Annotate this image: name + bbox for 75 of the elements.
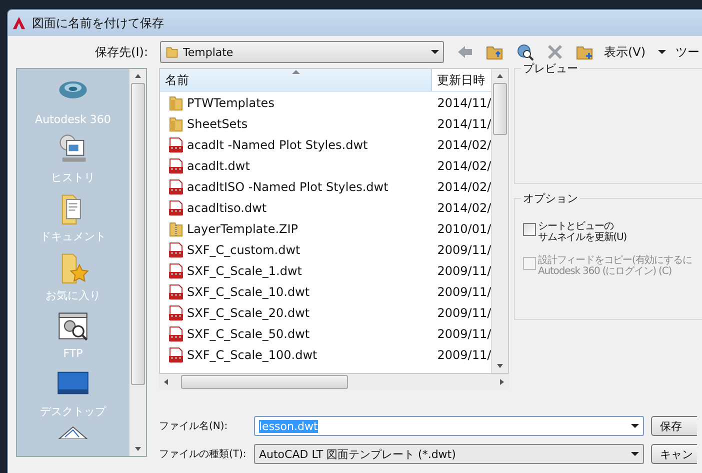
dwt-file-icon bbox=[168, 284, 184, 300]
dropdown-caret-icon bbox=[631, 424, 639, 428]
file-name[interactable]: SXF_C_Scale_100.dwt bbox=[187, 348, 318, 362]
file-name[interactable]: SXF_C_Scale_10.dwt bbox=[187, 284, 310, 298]
folder-icon bbox=[168, 116, 184, 132]
folder-icon bbox=[168, 94, 184, 110]
modified-date: 2014/11/ bbox=[436, 96, 491, 110]
dropdown-caret-icon bbox=[631, 452, 639, 456]
globe-search-icon[interactable] bbox=[516, 43, 534, 61]
file-name[interactable]: acadlt -Named Plot Styles.dwt bbox=[187, 138, 368, 152]
vertical-scrollbar[interactable] bbox=[129, 69, 146, 456]
group-title: プレビュー bbox=[521, 61, 580, 76]
view-menu[interactable]: 表示(V) bbox=[604, 44, 646, 60]
sort-arrow-icon bbox=[292, 70, 300, 74]
checkbox[interactable] bbox=[523, 223, 536, 236]
location-value: Template bbox=[183, 46, 234, 58]
dwt-file-icon bbox=[168, 304, 184, 320]
modified-date: 2009/11/ bbox=[436, 348, 491, 362]
zip-folder-icon bbox=[168, 220, 184, 236]
save-button[interactable]: 保存 bbox=[651, 416, 697, 436]
file-name[interactable]: SheetSets bbox=[187, 116, 248, 130]
modified-date: 2010/01/ bbox=[436, 222, 491, 236]
checkbox-label: サムネイルを更新(U) bbox=[538, 232, 627, 243]
dwt-file-icon bbox=[168, 242, 184, 258]
file-name[interactable]: LayerTemplate.ZIP bbox=[187, 222, 298, 236]
modified-date: 2009/11/ bbox=[436, 264, 491, 278]
file-name[interactable]: SXF_C_Scale_50.dwt bbox=[187, 326, 310, 340]
group-title: オプション bbox=[521, 191, 580, 206]
modified-date: 2014/02/ bbox=[436, 200, 491, 214]
horizontal-scrollbar[interactable] bbox=[159, 374, 509, 390]
dwt-file-icon bbox=[168, 262, 184, 278]
modified-date: 2009/11/ bbox=[436, 284, 491, 298]
vertical-scrollbar[interactable] bbox=[491, 69, 508, 373]
file-type-value: AutoCAD LT 図面テンプレート (*.dwt) bbox=[259, 446, 456, 462]
file-type-label: ファイルの種類(T): bbox=[159, 448, 248, 461]
save-location-dropdown[interactable]: Template bbox=[160, 41, 444, 63]
cancel-button[interactable]: キャン bbox=[651, 444, 697, 464]
file-name-label: ファイル名(N): bbox=[159, 420, 229, 433]
dwt-file-icon bbox=[168, 158, 184, 174]
scroll-thumb[interactable] bbox=[181, 375, 348, 389]
file-name[interactable]: SXF_C_Scale_1.dwt bbox=[187, 264, 302, 278]
modified-date: 2014/02/ bbox=[436, 138, 491, 152]
save-location-label: 保存先(I): bbox=[94, 44, 148, 60]
dwt-file-icon bbox=[168, 326, 184, 342]
tools-menu[interactable]: ツー bbox=[676, 44, 700, 60]
file-name-value: lesson.dwt bbox=[259, 420, 318, 432]
modified-date: 2014/11/ bbox=[436, 116, 491, 130]
modified-date: 2009/11/ bbox=[436, 306, 491, 320]
folder-icon bbox=[165, 45, 179, 59]
file-type-dropdown[interactable]: AutoCAD LT 図面テンプレート (*.dwt) bbox=[254, 444, 644, 464]
dwt-file-icon bbox=[168, 346, 184, 362]
modified-date: 2009/11/ bbox=[436, 326, 491, 340]
column-header[interactable]: 更新日時 bbox=[432, 69, 491, 91]
file-name[interactable]: acadltISO -Named Plot Styles.dwt bbox=[187, 180, 388, 194]
dwt-file-icon bbox=[168, 178, 184, 194]
caret-icon[interactable] bbox=[658, 50, 666, 54]
file-name[interactable]: SXF_C_custom.dwt bbox=[187, 242, 300, 256]
scroll-thumb[interactable] bbox=[493, 83, 507, 135]
checkbox-label: シートとビューの bbox=[538, 221, 614, 232]
file-name[interactable]: acadlt.dwt bbox=[187, 158, 250, 172]
file-name[interactable]: PTWTemplates bbox=[187, 96, 274, 110]
letter-a-icon bbox=[12, 16, 26, 30]
file-name[interactable]: acadltiso.dwt bbox=[187, 200, 267, 214]
modified-date: 2014/02/ bbox=[436, 158, 491, 172]
dwt-file-icon bbox=[168, 200, 184, 216]
modified-date: 2009/11/ bbox=[436, 242, 491, 256]
file-name[interactable]: SXF_C_Scale_20.dwt bbox=[187, 306, 310, 320]
scroll-thumb[interactable] bbox=[131, 83, 145, 385]
checkbox-label: 設計フィードをコピー(有効にするに bbox=[538, 255, 692, 266]
modified-date: 2014/02/ bbox=[436, 180, 491, 194]
window-title: 図面に名前を付けて保存 bbox=[32, 14, 164, 32]
dwt-file-icon bbox=[168, 136, 184, 152]
checkbox-label: Autodesk 360 (にログイン) (C) bbox=[538, 266, 673, 277]
dropdown-caret-icon bbox=[431, 50, 439, 54]
column-header[interactable]: 名前 bbox=[160, 69, 432, 91]
